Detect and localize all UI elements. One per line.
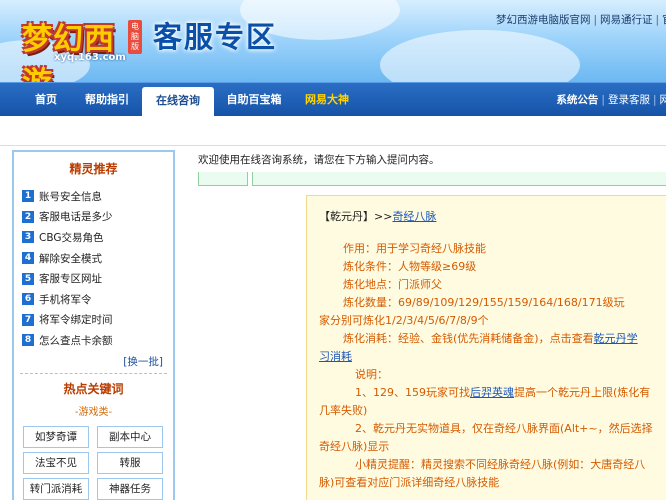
number-badge: 3: [22, 231, 34, 244]
consume-text: 炼化消耗：经验、金钱(优先消耗储备金)，点击查看: [343, 332, 594, 345]
list-item[interactable]: 7 将军令绑定时间: [22, 310, 165, 331]
sub-bar: [0, 116, 666, 146]
keyword-button[interactable]: 转服: [97, 451, 163, 474]
category-label: -游戏类-: [74, 406, 113, 418]
chat-tab[interactable]: [198, 172, 248, 186]
note-line: 奇经八脉)显示: [319, 440, 390, 453]
answer-line: 炼化数量：69/89/109/129/155/159/164/168/171级玩: [343, 296, 625, 309]
list-item-label: 账号安全信息: [39, 190, 102, 203]
nav-right-links: 系统公告 | 登录客服 | 网: [556, 83, 666, 117]
list-item[interactable]: 4 解除安全模式: [22, 248, 165, 269]
top-link-official-site[interactable]: 梦幻西游电脑版官网: [496, 14, 591, 26]
top-link-passport[interactable]: 网易通行证: [600, 14, 653, 26]
answer-heading-prefix: 【乾元丹】>>: [319, 210, 393, 223]
note-line: 2、乾元丹无实物道具，仅在奇经八脉界面(Alt+~，然后选择: [355, 422, 653, 435]
keyword-button[interactable]: 副本中心: [97, 425, 163, 448]
note-link[interactable]: 后羿英魂: [470, 386, 514, 399]
number-badge: 2: [22, 210, 34, 223]
number-badge: 6: [22, 293, 34, 306]
nav-help-guide[interactable]: 帮助指引: [78, 83, 136, 117]
nav-more[interactable]: 网: [660, 94, 666, 106]
keyword-button[interactable]: 转门派消耗: [23, 477, 89, 500]
logo-badge: 电脑版: [128, 20, 142, 54]
logo-url: xyq.163.com: [54, 52, 126, 63]
list-item[interactable]: 8 怎么查点卡余额: [22, 330, 165, 351]
number-badge: 8: [22, 334, 34, 347]
top-link-official[interactable]: 官方: [662, 14, 666, 26]
answer-heading: 【乾元丹】>>奇经八脉: [319, 208, 666, 226]
note-line: 1、129、159玩家可找后羿英魂提高一个乾元丹上限(炼化有: [319, 384, 666, 402]
sidebar: 精灵推荐 1 账号安全信息 2 客服电话是多少 3 CBG交易角色 4 解除安全模式 5…: [12, 150, 175, 500]
welcome-message: 欢迎使用在线咨询系统，请您在下方输入提问内容。: [198, 154, 440, 166]
list-item[interactable]: 3 CBG交易角色: [22, 227, 165, 248]
site-header: 梦幻西游 电脑版 xyq.163.com 客服专区 梦幻西游电脑版官网|网易通行…: [0, 0, 666, 82]
consume-link-continued[interactable]: 习消耗: [319, 350, 352, 363]
nav-netease-dashen[interactable]: 网易大神: [296, 83, 358, 117]
list-item-label: 解除安全模式: [39, 252, 102, 265]
keyword-button[interactable]: 法宝不见: [23, 451, 89, 474]
chat-tab[interactable]: [252, 172, 666, 186]
answer-line: 作用：用于学习奇经八脉技能: [343, 242, 486, 255]
top-links: 梦幻西游电脑版官网|网易通行证|官方: [496, 12, 666, 27]
tip-line: 小精灵提醒：精灵搜索不同经脉奇经八脉(例如：大唐奇经八: [355, 458, 646, 471]
note-text: 提高一个乾元丹上限(炼化有: [514, 386, 651, 399]
list-item[interactable]: 2 客服电话是多少: [22, 207, 165, 228]
list-item[interactable]: 1 账号安全信息: [22, 186, 165, 207]
answer-line: 家分别可炼化1/2/3/4/5/6/7/8/9个: [319, 314, 489, 327]
list-item[interactable]: 6 手机将军令: [22, 289, 165, 310]
list-item[interactable]: 5 客服专区网址: [22, 268, 165, 289]
tip-line: 脉)可查看对应门派详细奇经八脉技能: [319, 476, 500, 489]
answer-line: 炼化地点：门派师父: [343, 278, 442, 291]
hot-keywords-title: 热点关键词: [63, 381, 124, 396]
number-badge: 4: [22, 252, 34, 265]
answer-panel: 【乾元丹】>>奇经八脉 作用：用于学习奇经八脉技能 炼化条件：人物等级≥69级 …: [306, 195, 666, 500]
number-badge: 1: [22, 190, 34, 203]
keyword-grid: 如梦奇谭 副本中心 法宝不见 转服 转门派消耗 神器任务: [14, 422, 173, 500]
note-line: 几率失败): [319, 404, 368, 417]
answer-consume-line: 炼化消耗：经验、金钱(优先消耗储备金)，点击查看乾元丹学: [319, 330, 666, 348]
game-logo[interactable]: 梦幻西游 电脑版 xyq.163.com: [10, 6, 145, 82]
chat-tabstrip: [198, 172, 666, 186]
keyword-button[interactable]: 神器任务: [97, 477, 163, 500]
list-item-label: 客服专区网址: [39, 273, 102, 286]
nav-home[interactable]: 首页: [22, 83, 70, 117]
keyword-button[interactable]: 如梦奇谭: [23, 425, 89, 448]
logo-text: 梦幻西游: [22, 22, 115, 82]
page-title: 客服专区: [153, 20, 278, 54]
cloud-decoration: [380, 30, 580, 82]
answer-line: 炼化条件：人物等级≥69级: [343, 260, 477, 273]
answer-heading-link[interactable]: 奇经八脉: [392, 210, 436, 223]
list-item-label: 客服电话是多少: [39, 211, 113, 224]
notes-title: 说明：: [355, 368, 388, 381]
recommend-list: 1 账号安全信息 2 客服电话是多少 3 CBG交易角色 4 解除安全模式 5 客服专区网…: [14, 186, 173, 351]
nav-online-consult[interactable]: 在线咨询: [142, 87, 214, 117]
refresh-button[interactable]: [换一批]: [14, 351, 173, 373]
nav-self-service[interactable]: 自助百宝箱: [220, 83, 288, 117]
nav-login-service[interactable]: 登录客服: [608, 94, 650, 106]
consume-link[interactable]: 乾元丹学: [594, 332, 638, 345]
number-badge: 7: [22, 313, 34, 326]
recommend-title: 精灵推荐: [69, 162, 118, 176]
answer-consume-line-2: 习消耗: [319, 348, 666, 366]
refresh-label: [换一批]: [123, 355, 163, 368]
number-badge: 5: [22, 272, 34, 285]
nav-system-notice[interactable]: 系统公告: [556, 94, 598, 106]
list-item-label: 怎么查点卡余额: [39, 334, 113, 347]
note-text: 1、129、159玩家可找: [355, 386, 470, 399]
list-item-label: 将军令绑定时间: [39, 314, 113, 327]
main-nav: 首页 帮助指引 在线咨询 自助百宝箱 网易大神 系统公告 | 登录客服 | 网: [0, 82, 666, 117]
list-item-label: CBG交易角色: [39, 231, 104, 244]
list-item-label: 手机将军令: [39, 293, 92, 306]
